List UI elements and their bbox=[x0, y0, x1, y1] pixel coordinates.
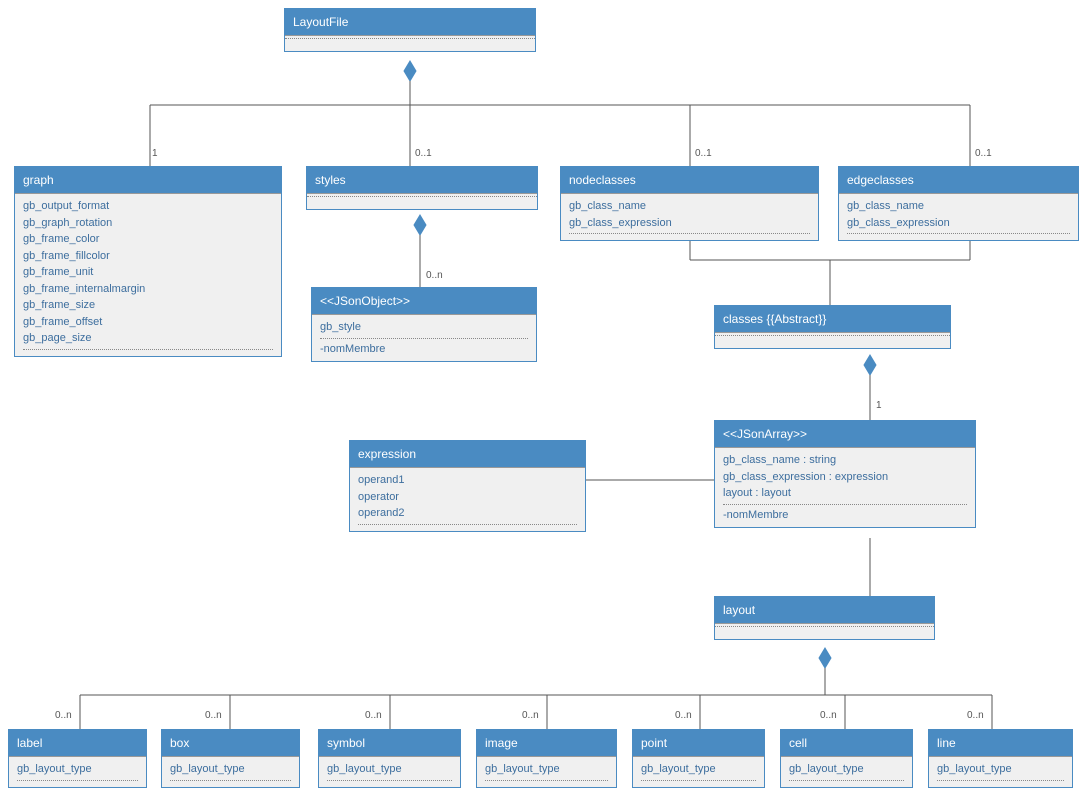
class-title: classes {{Abstract}} bbox=[715, 306, 950, 332]
class-title: cell bbox=[781, 730, 912, 756]
attr: gb_class_expression bbox=[847, 215, 1070, 232]
mult-line: 0..n bbox=[967, 710, 984, 721]
class-title: nodeclasses bbox=[561, 167, 818, 193]
class-title: LayoutFile bbox=[285, 9, 535, 35]
class-image: image gb_layout_type bbox=[476, 729, 617, 788]
class-edgeclasses: edgeclasses gb_class_name gb_class_expre… bbox=[838, 166, 1079, 241]
mult-cell: 0..n bbox=[820, 710, 837, 721]
attr: gb_layout_type bbox=[327, 761, 452, 778]
attr: gb_frame_internalmargin bbox=[23, 281, 273, 298]
attr: gb_class_name : string bbox=[723, 452, 967, 469]
class-title: edgeclasses bbox=[839, 167, 1078, 193]
attr: -nomMembre bbox=[723, 507, 967, 524]
class-title: layout bbox=[715, 597, 934, 623]
class-classes-abstract: classes {{Abstract}} bbox=[714, 305, 951, 349]
class-cell: cell gb_layout_type bbox=[780, 729, 913, 788]
connector-lines bbox=[0, 0, 1089, 806]
class-layoutfile: LayoutFile bbox=[284, 8, 536, 52]
attr: gb_class_name bbox=[847, 198, 1070, 215]
attr: gb_frame_color bbox=[23, 231, 273, 248]
class-title: styles bbox=[307, 167, 537, 193]
attr: gb_layout_type bbox=[170, 761, 291, 778]
mult-graph: 1 bbox=[152, 148, 158, 159]
attr: gb_layout_type bbox=[641, 761, 756, 778]
mult-point: 0..n bbox=[675, 710, 692, 721]
class-label: label gb_layout_type bbox=[8, 729, 147, 788]
class-title: <<JSonArray>> bbox=[715, 421, 975, 447]
mult-label: 0..n bbox=[55, 710, 72, 721]
attr: operand1 bbox=[358, 472, 577, 489]
attr: gb_frame_offset bbox=[23, 314, 273, 331]
attr: gb_frame_fillcolor bbox=[23, 248, 273, 265]
attr: operator bbox=[358, 489, 577, 506]
mult-styles: 0..1 bbox=[415, 148, 432, 159]
class-title: graph bbox=[15, 167, 281, 193]
mult-image: 0..n bbox=[522, 710, 539, 721]
attr: gb_layout_type bbox=[17, 761, 138, 778]
attr: gb_graph_rotation bbox=[23, 215, 273, 232]
attr: gb_frame_size bbox=[23, 297, 273, 314]
class-title: point bbox=[633, 730, 764, 756]
mult-jsonobject: 0..n bbox=[426, 270, 443, 281]
attr: layout : layout bbox=[723, 485, 967, 502]
attr: gb_class_expression bbox=[569, 215, 810, 232]
class-expression: expression operand1 operator operand2 bbox=[349, 440, 586, 532]
class-graph: graph gb_output_format gb_graph_rotation… bbox=[14, 166, 282, 357]
class-title: box bbox=[162, 730, 299, 756]
class-point: point gb_layout_type bbox=[632, 729, 765, 788]
mult-edgeclasses: 0..1 bbox=[975, 148, 992, 159]
attr: gb_page_size bbox=[23, 330, 273, 347]
class-symbol: symbol gb_layout_type bbox=[318, 729, 461, 788]
class-title: <<JSonObject>> bbox=[312, 288, 536, 314]
attr: gb_frame_unit bbox=[23, 264, 273, 281]
attr: gb_layout_type bbox=[937, 761, 1064, 778]
class-title: expression bbox=[350, 441, 585, 467]
attr: gb_class_name bbox=[569, 198, 810, 215]
class-jsonobject: <<JSonObject>> gb_style -nomMembre bbox=[311, 287, 537, 362]
class-title: line bbox=[929, 730, 1072, 756]
class-title: label bbox=[9, 730, 146, 756]
class-styles: styles bbox=[306, 166, 538, 210]
class-line: line gb_layout_type bbox=[928, 729, 1073, 788]
class-layout: layout bbox=[714, 596, 935, 640]
attr: gb_layout_type bbox=[789, 761, 904, 778]
mult-box: 0..n bbox=[205, 710, 222, 721]
mult-symbol: 0..n bbox=[365, 710, 382, 721]
attr: -nomMembre bbox=[320, 341, 528, 358]
attr: gb_output_format bbox=[23, 198, 273, 215]
attr: gb_layout_type bbox=[485, 761, 608, 778]
class-title: symbol bbox=[319, 730, 460, 756]
attr: gb_style bbox=[320, 319, 528, 336]
attr: gb_class_expression : expression bbox=[723, 469, 967, 486]
class-title: image bbox=[477, 730, 616, 756]
class-nodeclasses: nodeclasses gb_class_name gb_class_expre… bbox=[560, 166, 819, 241]
class-jsonarray: <<JSonArray>> gb_class_name : string gb_… bbox=[714, 420, 976, 528]
class-box: box gb_layout_type bbox=[161, 729, 300, 788]
mult-nodeclasses: 0..1 bbox=[695, 148, 712, 159]
attr: operand2 bbox=[358, 505, 577, 522]
mult-jsonarray: 1 bbox=[876, 400, 882, 411]
